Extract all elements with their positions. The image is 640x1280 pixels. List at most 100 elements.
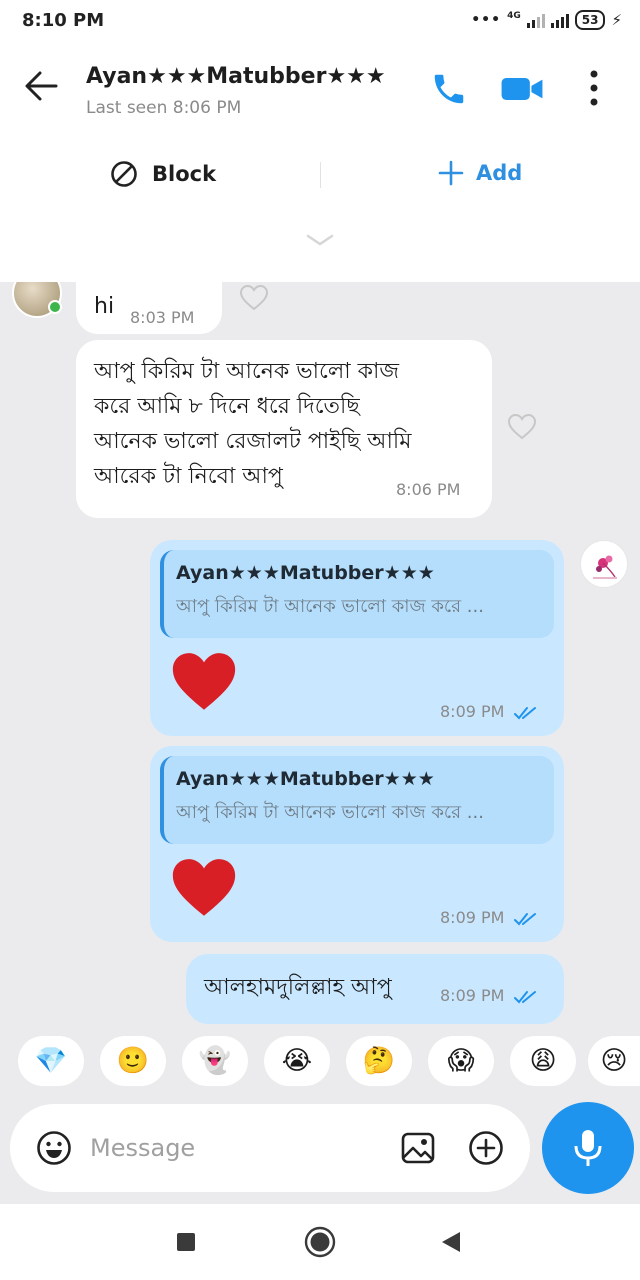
circle-icon: [304, 1226, 336, 1258]
message-time: 8:03 PM: [130, 308, 195, 327]
message-list[interactable]: hi 8:03 PM আপু কিরিম টা আনেক ভালো কাজ কর…: [0, 282, 640, 1032]
smile-icon: 🙂: [116, 1046, 150, 1076]
back-nav-button[interactable]: [440, 1230, 462, 1258]
system-nav-bar: [0, 1204, 640, 1280]
more-options-button[interactable]: [586, 68, 602, 112]
network-type: 4G: [507, 11, 521, 21]
contact-avatar[interactable]: [12, 282, 62, 318]
weary-icon: 😩: [529, 1046, 557, 1076]
gallery-button[interactable]: [400, 1130, 436, 1170]
charging-icon: ⚡: [611, 11, 622, 29]
status-time: 8:10 PM: [22, 10, 105, 31]
double-check-icon: [513, 706, 536, 719]
heart-outline-icon: [239, 284, 269, 311]
reply-author: Ayan★★★Matubber★★★: [176, 768, 435, 790]
sad-icon: 😢: [600, 1046, 628, 1076]
thinking-icon: 🤔: [362, 1046, 396, 1076]
heart-emoji: [170, 858, 238, 922]
smiley-icon: [37, 1131, 71, 1165]
image-icon: [401, 1132, 435, 1164]
message-time: 8:09 PM: [440, 702, 505, 721]
reply-snippet: আপু কিরিম টা আনেক ভালো কাজ করে ...: [176, 802, 484, 823]
voice-call-button[interactable]: [430, 70, 468, 112]
back-button[interactable]: [24, 70, 58, 106]
message-time: 8:09 PM: [440, 986, 505, 1005]
composer-area: Message: [0, 1096, 640, 1204]
emoji-suggestion[interactable]: 💎: [18, 1036, 84, 1086]
message-line: আনেক ভালো রেজালট পাইছি আমি: [94, 429, 412, 454]
message-meta: 8:09 PM: [440, 702, 536, 721]
online-indicator: [48, 300, 62, 314]
heart-outline-icon: [507, 413, 537, 440]
chevron-down-icon: [306, 234, 334, 246]
emoji-suggestion[interactable]: 😱: [428, 1036, 494, 1086]
last-seen-status: Last seen 8:06 PM: [86, 98, 242, 118]
message-text: hi: [94, 294, 115, 319]
double-check-icon: [513, 912, 536, 925]
status-bar: 8:10 PM ••• 4G 53 ⚡: [0, 0, 640, 44]
incoming-message[interactable]: hi 8:03 PM: [76, 282, 222, 334]
chat-header: Ayan★★★Matubber★★★ Last seen 8:06 PM: [0, 44, 640, 136]
reply-quote[interactable]: Ayan★★★Matubber★★★ আপু কিরিম টা আনেক ভাল…: [160, 550, 554, 638]
message-meta: 8:09 PM: [440, 908, 536, 927]
add-contact-button[interactable]: Add: [438, 160, 522, 186]
phone-icon: [434, 74, 464, 104]
message-time: 8:09 PM: [440, 908, 505, 927]
red-heart-icon: [172, 653, 236, 710]
contact-actions-bar: Block Add: [0, 136, 640, 216]
chevron-down-button[interactable]: [305, 232, 335, 252]
reply-author: Ayan★★★Matubber★★★: [176, 562, 435, 584]
reply-quote[interactable]: Ayan★★★Matubber★★★ আপু কিরিম টা আনেক ভাল…: [160, 756, 554, 844]
emoji-button[interactable]: [36, 1130, 72, 1170]
ghost-icon: 👻: [198, 1046, 232, 1076]
more-dots-icon: •••: [471, 12, 502, 28]
outgoing-message[interactable]: Ayan★★★Matubber★★★ আপু কিরিম টা আনেক ভাল…: [150, 540, 564, 736]
message-line: আপু কিরিম টা আনেক ভালো কাজ: [94, 359, 400, 384]
video-call-button[interactable]: [500, 70, 544, 112]
emoji-suggestion[interactable]: 😢: [588, 1036, 640, 1086]
emoji-suggestion[interactable]: 😩: [510, 1036, 576, 1086]
square-icon: [177, 1233, 195, 1251]
recents-button[interactable]: [176, 1232, 196, 1256]
triangle-back-icon: [442, 1232, 460, 1252]
plus-icon: [438, 160, 464, 186]
message-meta: 8:09 PM: [440, 986, 536, 1005]
voice-record-button[interactable]: [542, 1102, 634, 1194]
react-button[interactable]: [239, 284, 269, 315]
react-button[interactable]: [507, 413, 537, 444]
gem-icon: 💎: [34, 1046, 68, 1076]
plus-circle-icon: [469, 1131, 503, 1165]
message-line: করে আমি ৮ দিনে ধরে দিতেছি: [94, 394, 360, 419]
message-input[interactable]: Message: [10, 1104, 530, 1192]
signal-icon-2: [550, 12, 569, 28]
signal-icon-1: [526, 12, 545, 28]
message-time: 8:06 PM: [396, 480, 461, 499]
header-collapse-area: [0, 216, 640, 282]
emoji-suggestion[interactable]: 🤔: [346, 1036, 412, 1086]
heart-emoji: [170, 652, 238, 716]
scream-icon: 😱: [447, 1046, 475, 1076]
add-label: Add: [476, 161, 523, 185]
my-avatar[interactable]: [580, 540, 628, 588]
action-divider: [320, 162, 321, 188]
message-text: আলহামদুলিল্লাহ আপু: [204, 975, 392, 1000]
block-button[interactable]: Block: [110, 160, 216, 188]
outgoing-message[interactable]: Ayan★★★Matubber★★★ আপু কিরিম টা আনেক ভাল…: [150, 746, 564, 942]
emoji-suggestion[interactable]: 👻: [182, 1036, 248, 1086]
crying-icon: 😭: [281, 1046, 313, 1076]
vertical-dots-icon: [590, 70, 598, 106]
message-line: আরেক টা নিবো আপু: [94, 464, 283, 489]
home-button[interactable]: [304, 1226, 336, 1262]
emoji-suggestion[interactable]: 🙂: [100, 1036, 166, 1086]
reply-snippet: আপু কিরিম টা আনেক ভালো কাজ করে ...: [176, 596, 484, 617]
emoji-suggestion[interactable]: 😭: [264, 1036, 330, 1086]
double-check-icon: [513, 990, 536, 1003]
message-placeholder: Message: [90, 1134, 196, 1162]
attach-button[interactable]: [468, 1130, 504, 1170]
incoming-message[interactable]: আপু কিরিম টা আনেক ভালো কাজ করে আমি ৮ দিন…: [76, 340, 492, 518]
contact-name[interactable]: Ayan★★★Matubber★★★: [86, 64, 386, 89]
status-icons: ••• 4G 53 ⚡: [471, 10, 622, 30]
flower-logo-icon: [593, 555, 617, 579]
outgoing-message[interactable]: আলহামদুলিল্লাহ আপু 8:09 PM: [186, 954, 564, 1024]
block-icon: [111, 161, 137, 187]
